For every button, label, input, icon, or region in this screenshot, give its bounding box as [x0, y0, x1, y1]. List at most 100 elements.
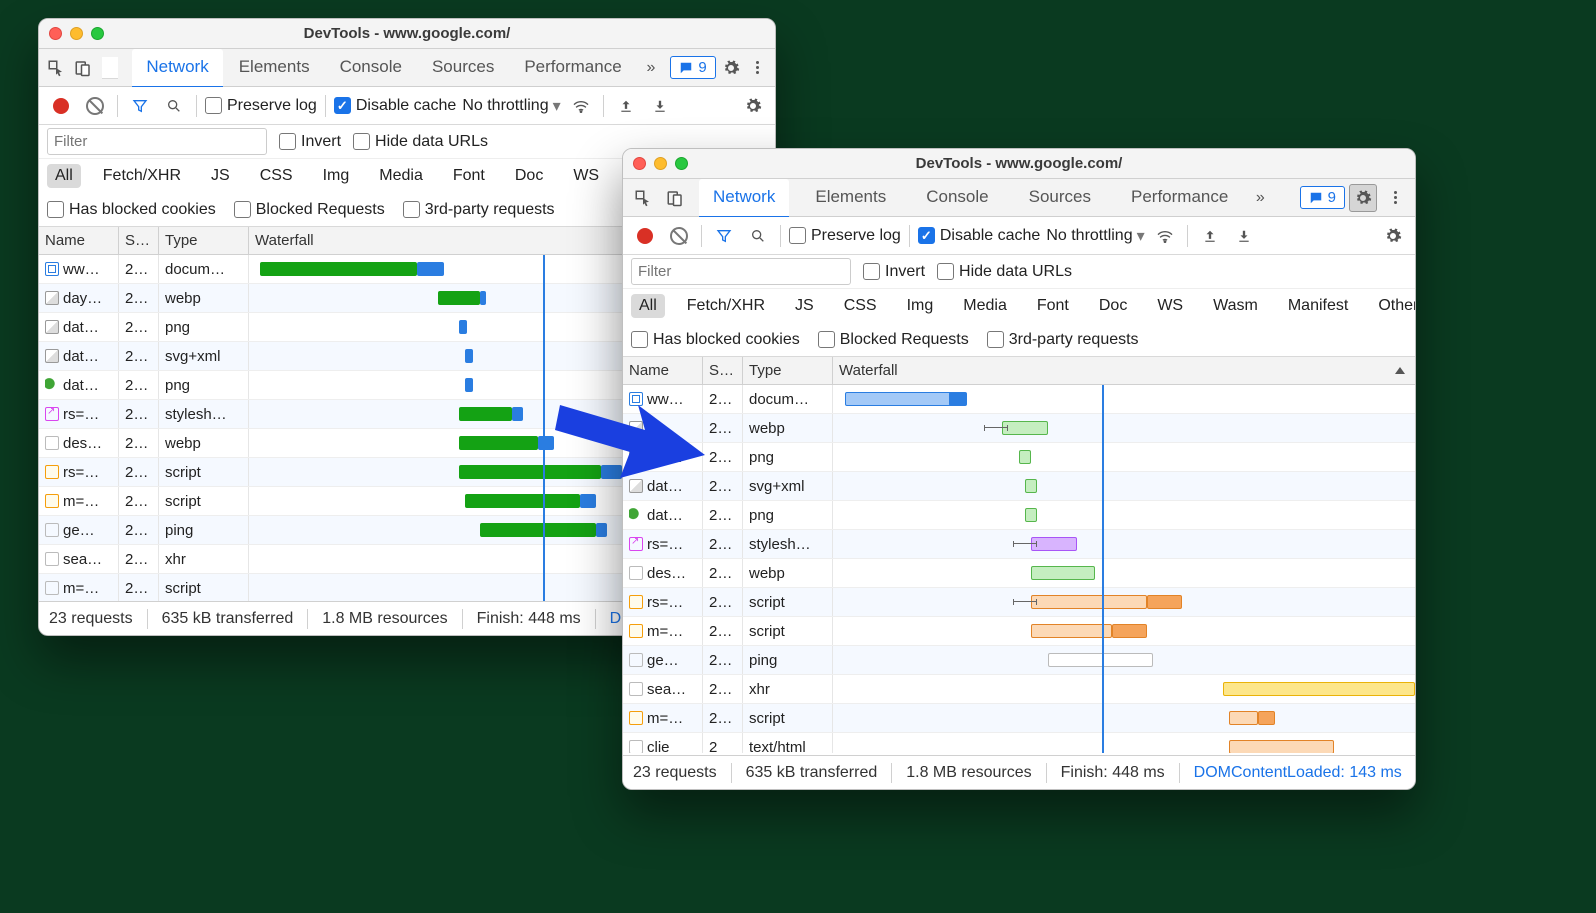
header-type[interactable]: Type: [743, 357, 833, 384]
panel-settings-icon[interactable]: [739, 92, 767, 120]
more-menu-icon[interactable]: [746, 54, 769, 82]
network-conditions-icon[interactable]: [567, 92, 595, 120]
table-row[interactable]: des… 2… webp: [623, 559, 1415, 588]
throttling-select[interactable]: No throttling▾: [462, 96, 560, 116]
pill-js[interactable]: JS: [787, 294, 822, 318]
clear-button[interactable]: [81, 92, 109, 120]
pill-media[interactable]: Media: [371, 164, 431, 188]
table-row[interactable]: m=… 2… script: [623, 704, 1415, 733]
more-menu-icon[interactable]: [1381, 184, 1409, 212]
disable-cache-checkbox[interactable]: Disable cache: [918, 227, 1041, 245]
tab-network[interactable]: Network: [132, 49, 222, 88]
blocked-cookies-checkbox[interactable]: Has blocked cookies: [631, 331, 800, 349]
filter-input[interactable]: [631, 258, 851, 285]
tab-network[interactable]: Network: [699, 179, 789, 218]
devtools-window-right[interactable]: DevTools - www.google.com/ Network Eleme…: [622, 148, 1416, 790]
inspect-icon[interactable]: [629, 184, 657, 212]
panel-settings-icon[interactable]: [1379, 222, 1407, 250]
tab-elements[interactable]: Elements: [801, 179, 900, 217]
pill-doc[interactable]: Doc: [1091, 294, 1135, 318]
table-row[interactable]: rs=… 2… stylesh…: [623, 530, 1415, 559]
pill-js[interactable]: JS: [203, 164, 238, 188]
tab-sources[interactable]: Sources: [418, 49, 508, 87]
third-party-checkbox[interactable]: 3rd-party requests: [403, 201, 555, 219]
more-tabs-icon[interactable]: »: [640, 54, 663, 82]
invert-checkbox[interactable]: Invert: [863, 263, 925, 281]
search-icon[interactable]: [160, 92, 188, 120]
header-name[interactable]: Name: [39, 227, 119, 254]
blocked-cookies-checkbox[interactable]: Has blocked cookies: [47, 201, 216, 219]
hide-data-urls-checkbox[interactable]: Hide data URLs: [353, 133, 488, 151]
device-toggle-icon[interactable]: [661, 184, 689, 212]
pill-other[interactable]: Other: [1370, 294, 1416, 318]
tab-performance[interactable]: Performance: [510, 49, 635, 87]
table-row[interactable]: ge… 2… ping: [623, 646, 1415, 675]
table-row[interactable]: rs=… 2… script: [623, 588, 1415, 617]
pill-fetch[interactable]: Fetch/XHR: [679, 294, 773, 318]
third-party-checkbox[interactable]: 3rd-party requests: [987, 331, 1139, 349]
tab-console[interactable]: Console: [326, 49, 416, 87]
more-tabs-icon[interactable]: »: [1246, 184, 1274, 212]
download-har-icon[interactable]: [646, 92, 674, 120]
cell-name: rs=…: [647, 536, 683, 553]
preserve-log-checkbox[interactable]: Preserve log: [789, 227, 901, 245]
record-button[interactable]: [47, 92, 75, 120]
record-button[interactable]: [631, 222, 659, 250]
inspect-icon[interactable]: [45, 54, 68, 82]
tab-performance[interactable]: Performance: [1117, 179, 1242, 217]
filter-input[interactable]: [47, 128, 267, 155]
pill-ws[interactable]: WS: [565, 164, 607, 188]
device-toggle-icon[interactable]: [72, 54, 95, 82]
header-waterfall[interactable]: Waterfall: [833, 357, 1415, 384]
filter-icon[interactable]: [126, 92, 154, 120]
table-row[interactable]: clie 2 text/html: [623, 733, 1415, 753]
pill-manifest[interactable]: Manifest: [1280, 294, 1356, 318]
table-row[interactable]: sea… 2… xhr: [623, 675, 1415, 704]
table-row[interactable]: . 2… webp: [623, 414, 1415, 443]
cell-type: webp: [159, 429, 249, 457]
pill-ws[interactable]: WS: [1149, 294, 1191, 318]
pill-font[interactable]: Font: [445, 164, 493, 188]
pill-img[interactable]: Img: [315, 164, 358, 188]
network-conditions-icon[interactable]: [1151, 222, 1179, 250]
table-row[interactable]: dat… 2… png: [623, 501, 1415, 530]
table-row[interactable]: ww… 2… docum…: [623, 385, 1415, 414]
filter-icon[interactable]: [710, 222, 738, 250]
invert-checkbox[interactable]: Invert: [279, 133, 341, 151]
pill-wasm[interactable]: Wasm: [1205, 294, 1266, 318]
blocked-requests-checkbox[interactable]: Blocked Requests: [234, 201, 385, 219]
pill-fetch[interactable]: Fetch/XHR: [95, 164, 189, 188]
pill-img[interactable]: Img: [899, 294, 942, 318]
pill-font[interactable]: Font: [1029, 294, 1077, 318]
tab-console[interactable]: Console: [912, 179, 1002, 217]
upload-har-icon[interactable]: [612, 92, 640, 120]
pill-css[interactable]: CSS: [836, 294, 885, 318]
cell-type: docum…: [159, 255, 249, 283]
cell-waterfall: [833, 733, 1415, 753]
settings-icon[interactable]: [1349, 184, 1377, 212]
feedback-button[interactable]: 9: [670, 56, 715, 79]
blocked-requests-checkbox[interactable]: Blocked Requests: [818, 331, 969, 349]
pill-css[interactable]: CSS: [252, 164, 301, 188]
pill-all[interactable]: All: [47, 164, 81, 188]
pill-all[interactable]: All: [631, 294, 665, 318]
table-row[interactable]: dat… 2… png: [623, 443, 1415, 472]
header-status[interactable]: S…: [119, 227, 159, 254]
tab-elements[interactable]: Elements: [225, 49, 324, 87]
header-type[interactable]: Type: [159, 227, 249, 254]
hide-data-urls-checkbox[interactable]: Hide data URLs: [937, 263, 1072, 281]
throttling-select[interactable]: No throttling▾: [1046, 226, 1144, 246]
table-row[interactable]: dat… 2… svg+xml: [623, 472, 1415, 501]
download-har-icon[interactable]: [1230, 222, 1258, 250]
search-icon[interactable]: [744, 222, 772, 250]
table-row[interactable]: m=… 2… script: [623, 617, 1415, 646]
tab-sources[interactable]: Sources: [1015, 179, 1105, 217]
upload-har-icon[interactable]: [1196, 222, 1224, 250]
settings-icon[interactable]: [720, 54, 743, 82]
preserve-log-checkbox[interactable]: Preserve log: [205, 97, 317, 115]
feedback-button[interactable]: 9: [1300, 186, 1345, 209]
pill-media[interactable]: Media: [955, 294, 1015, 318]
disable-cache-checkbox[interactable]: Disable cache: [334, 97, 457, 115]
pill-doc[interactable]: Doc: [507, 164, 551, 188]
clear-button[interactable]: [665, 222, 693, 250]
